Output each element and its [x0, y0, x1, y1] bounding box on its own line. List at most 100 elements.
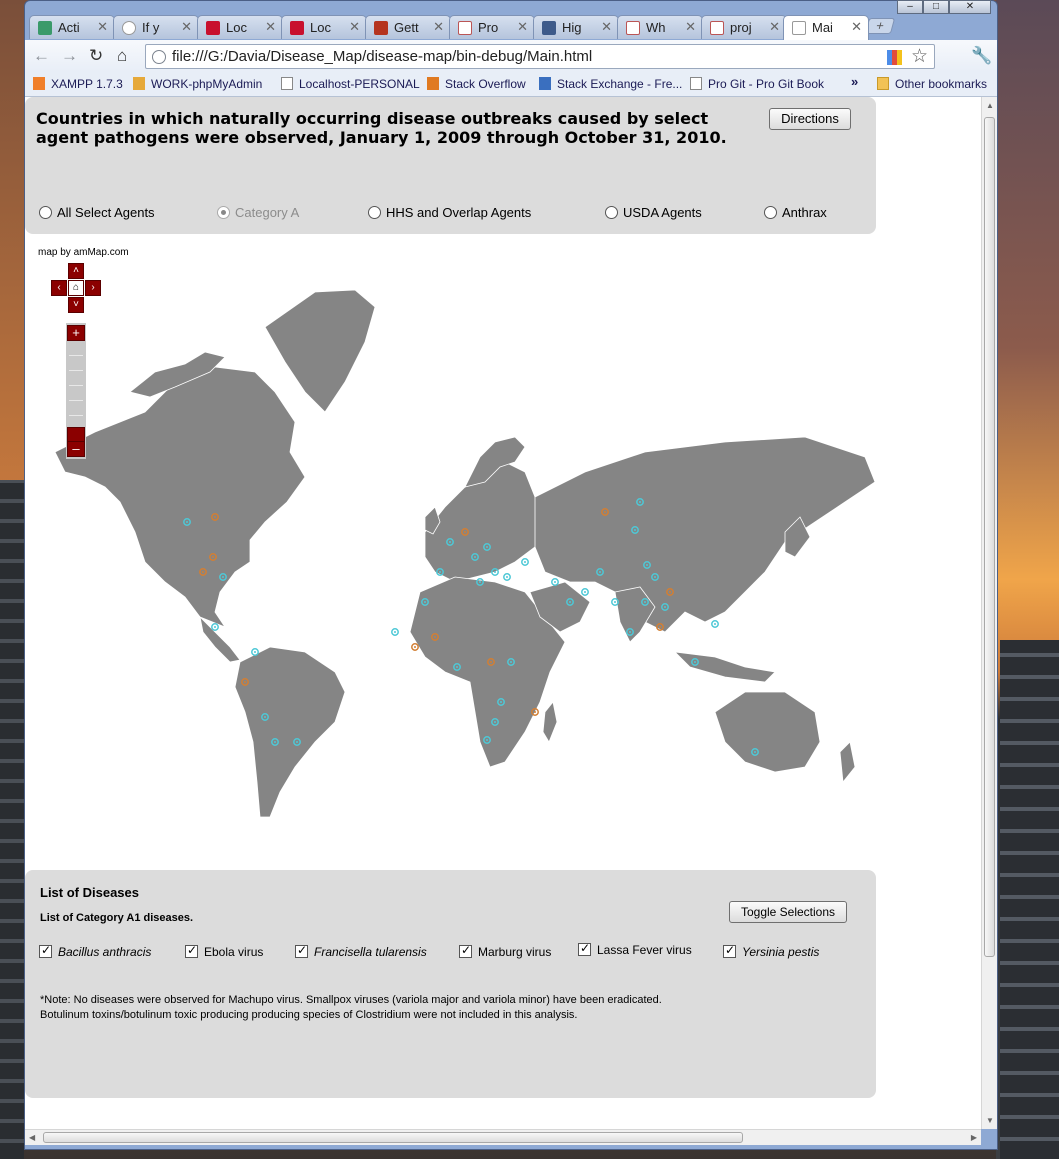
- outbreak-marker-dot: [424, 601, 426, 603]
- checkbox[interactable]: [39, 943, 52, 958]
- outbreak-marker-dot: [639, 501, 641, 503]
- checkbox[interactable]: [295, 943, 308, 958]
- radio-button[interactable]: [764, 206, 777, 219]
- forward-icon[interactable]: →: [61, 46, 78, 66]
- scroll-thumb[interactable]: [43, 1132, 743, 1143]
- checkbox[interactable]: [459, 943, 472, 958]
- zoom-in-icon[interactable]: +: [67, 325, 85, 341]
- radio-all-select-agents[interactable]: All Select Agents: [39, 205, 155, 220]
- checkbox-lassa-fever-virus[interactable]: Lassa Fever virus: [578, 941, 692, 957]
- close-tab-icon[interactable]: ✕: [769, 19, 780, 35]
- browser-tab[interactable]: Wh ✕: [617, 15, 703, 39]
- address-bar[interactable]: file:///G:/Davia/Disease_Map/disease-map…: [145, 44, 935, 69]
- checkbox-bacillus-anthracis[interactable]: Bacillus anthracis: [39, 943, 151, 959]
- scroll-left-icon[interactable]: ◀: [29, 1133, 35, 1142]
- australia: [714, 691, 821, 773]
- new-tab-button[interactable]: +: [864, 18, 896, 34]
- checkbox[interactable]: [185, 943, 198, 958]
- pan-up-icon[interactable]: ˄: [68, 263, 84, 279]
- vertical-scrollbar[interactable]: ▲ ▼: [981, 97, 997, 1129]
- pan-down-icon[interactable]: ˅: [68, 297, 84, 313]
- page-action-icon[interactable]: [887, 50, 902, 65]
- other-bookmarks[interactable]: Other bookmarks: [877, 77, 987, 91]
- world-map[interactable]: [25, 272, 885, 832]
- checkbox-ebola-virus[interactable]: Ebola virus: [185, 943, 263, 959]
- tab-label: Pro: [478, 20, 499, 35]
- back-icon[interactable]: ←: [33, 46, 50, 66]
- bookmark-item[interactable]: WORK-phpMyAdmin: [133, 77, 262, 91]
- radio-hhs-overlap-agents[interactable]: HHS and Overlap Agents: [368, 205, 531, 220]
- checkbox[interactable]: [723, 943, 736, 958]
- close-tab-icon[interactable]: ✕: [685, 19, 696, 35]
- close-tab-icon[interactable]: ✕: [265, 19, 276, 35]
- page-title: Countries in which naturally occurring d…: [36, 109, 727, 147]
- bookmark-item[interactable]: Localhost-PERSONAL: [281, 77, 420, 91]
- outbreak-marker-dot: [510, 661, 512, 663]
- radio-label: USDA Agents: [623, 205, 702, 220]
- pan-left-icon[interactable]: ‹: [51, 280, 67, 296]
- checkbox-francisella-tularensis[interactable]: Francisella tularensis: [295, 943, 427, 959]
- bookmark-item[interactable]: Stack Overflow: [427, 77, 526, 91]
- scroll-right-icon[interactable]: ▶: [971, 1133, 977, 1142]
- outbreak-marker-dot: [664, 606, 666, 608]
- toggle-selections-button[interactable]: Toggle Selections: [729, 901, 847, 923]
- pan-right-icon[interactable]: ›: [85, 280, 101, 296]
- disease-list-panel: List of Diseases List of Category A1 dis…: [25, 870, 876, 1098]
- star-icon[interactable]: ☆: [911, 45, 928, 68]
- radio-button[interactable]: [605, 206, 618, 219]
- close-tab-icon[interactable]: ✕: [433, 19, 444, 35]
- horizontal-scrollbar[interactable]: ◀ ▶: [25, 1129, 981, 1145]
- minimize-icon[interactable]: –: [897, 0, 923, 14]
- directions-button[interactable]: Directions: [769, 108, 851, 130]
- outbreak-marker-dot: [634, 529, 636, 531]
- close-tab-icon[interactable]: ✕: [851, 19, 862, 35]
- outbreak-marker-dot: [254, 651, 256, 653]
- zoom-slider[interactable]: + –: [66, 323, 86, 459]
- browser-tab-active[interactable]: Mai ✕: [783, 15, 869, 40]
- radio-button[interactable]: [368, 206, 381, 219]
- checkbox-marburg-virus[interactable]: Marburg virus: [459, 943, 551, 959]
- browser-tab[interactable]: Hig ✕: [533, 15, 619, 39]
- maximize-icon[interactable]: □: [923, 0, 949, 14]
- scroll-thumb[interactable]: [984, 117, 995, 957]
- checkbox[interactable]: [578, 941, 591, 956]
- radio-category-a[interactable]: Category A: [217, 205, 299, 220]
- radio-label: Category A: [235, 205, 300, 220]
- madagascar: [542, 701, 558, 743]
- outbreak-marker-dot: [296, 741, 298, 743]
- close-icon[interactable]: ✕: [949, 0, 991, 14]
- browser-tab[interactable]: Loc ✕: [281, 15, 367, 39]
- bookmark-item[interactable]: Stack Exchange - Fre...: [539, 77, 682, 91]
- browser-tab[interactable]: Loc ✕: [197, 15, 283, 39]
- scroll-down-icon[interactable]: ▼: [986, 1116, 994, 1125]
- globe-icon: [152, 50, 166, 64]
- wrench-icon[interactable]: 🔧: [971, 46, 992, 66]
- zoom-out-icon[interactable]: –: [67, 441, 85, 457]
- radio-button[interactable]: [217, 206, 230, 219]
- close-tab-icon[interactable]: ✕: [181, 19, 192, 35]
- outbreak-marker-dot: [486, 739, 488, 741]
- home-icon[interactable]: ⌂: [117, 46, 127, 66]
- more-bookmarks-button[interactable]: »: [851, 74, 858, 89]
- browser-tab[interactable]: Acti ✕: [29, 15, 115, 39]
- scroll-up-icon[interactable]: ▲: [986, 101, 994, 110]
- browser-tab[interactable]: Gett ✕: [365, 15, 451, 39]
- checkbox-yersinia-pestis[interactable]: Yersinia pestis: [723, 943, 819, 959]
- close-tab-icon[interactable]: ✕: [517, 19, 528, 35]
- radio-usda-agents[interactable]: USDA Agents: [605, 205, 702, 220]
- folder-icon: [877, 77, 889, 90]
- outbreak-marker-dot: [264, 716, 266, 718]
- browser-tab[interactable]: proj ✕: [701, 15, 787, 39]
- bookmark-item[interactable]: XAMPP 1.7.3: [33, 77, 123, 91]
- close-tab-icon[interactable]: ✕: [97, 19, 108, 35]
- browser-tab[interactable]: Pro ✕: [449, 15, 535, 39]
- close-tab-icon[interactable]: ✕: [349, 19, 360, 35]
- close-tab-icon[interactable]: ✕: [601, 19, 612, 35]
- radio-anthrax[interactable]: Anthrax: [764, 205, 827, 220]
- radio-button[interactable]: [39, 206, 52, 219]
- list-subtitle: List of Category A1 diseases.: [40, 912, 194, 924]
- home-icon[interactable]: ⌂: [68, 280, 84, 296]
- bookmark-item[interactable]: Pro Git - Pro Git Book: [690, 77, 824, 91]
- browser-tab[interactable]: If y ✕: [113, 15, 199, 39]
- reload-icon[interactable]: ↻: [89, 46, 103, 66]
